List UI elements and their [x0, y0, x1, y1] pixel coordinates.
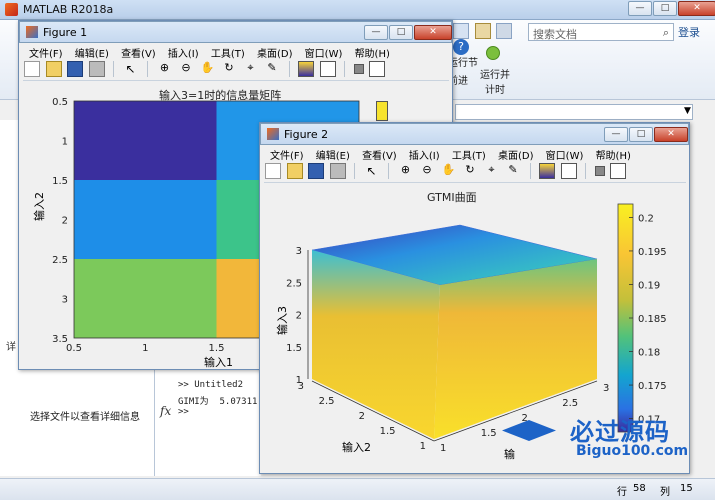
colorbar-tick-label: 0.185 — [638, 314, 667, 325]
run-time-icon[interactable] — [486, 46, 500, 60]
colorbar-tick-label: 0.195 — [638, 247, 667, 258]
run-time-label[interactable]: 运行并 计时 — [478, 66, 512, 96]
status-col-value: 15 — [680, 483, 693, 494]
nav-icon[interactable] — [496, 23, 512, 39]
paste-icon[interactable] — [474, 23, 491, 39]
left-axis-tick-label: 2 — [359, 411, 365, 422]
matlab-minimize-button[interactable]: — — [628, 1, 652, 16]
left-axis-tick-label: 1 — [420, 441, 426, 452]
ztick-label: 3 — [296, 246, 302, 257]
status-row-value: 58 — [633, 483, 646, 494]
matlab-close-button[interactable]: ✕ — [678, 1, 715, 16]
colorbar-tick-label: 0.18 — [638, 348, 660, 359]
heatmap-cell — [74, 101, 217, 180]
matlab-title: MATLAB R2018a — [23, 3, 114, 16]
ytick-label: 1 — [62, 137, 68, 148]
xtick-label: 1 — [142, 343, 148, 354]
ytick-label: 0.5 — [52, 97, 68, 108]
login-button[interactable]: 登录 — [678, 24, 700, 40]
colorbar-tick-label: 0.19 — [638, 280, 660, 291]
colorbar-tick-label: 0.2 — [638, 213, 654, 224]
command-window[interactable] — [155, 360, 261, 476]
xtick-label: 1.5 — [209, 343, 225, 354]
colorbar-tick-label: 0.175 — [638, 381, 667, 392]
path-bar[interactable] — [455, 104, 693, 120]
status-row-label: 行 — [617, 487, 627, 498]
fx-icon: fx — [160, 404, 172, 418]
cmd-line-1: >> Untitled2 — [178, 380, 244, 390]
figure1-colorbar — [376, 101, 388, 121]
xtick-label: 0.5 — [66, 343, 82, 354]
graduation-cap-icon — [502, 420, 556, 441]
figure2-zlabel: 输入3 — [276, 306, 289, 335]
figure2-xlabel-left: 输入2 — [342, 441, 371, 454]
right-axis-tick-label: 1 — [440, 443, 446, 454]
search-placeholder: 搜索文档 — [533, 28, 577, 41]
search-input[interactable]: 搜索文档 ⌕ — [528, 23, 674, 41]
ztick-label: 2 — [296, 311, 302, 322]
ztick-label: 1.5 — [286, 343, 302, 354]
details-label: 选择文件以查看详细信息 — [30, 412, 140, 423]
help-icon[interactable]: ? — [453, 39, 469, 55]
watermark-logo: 必过源码 Biguo100.com — [500, 410, 710, 468]
ytick-label: 1.5 — [52, 176, 68, 187]
right-axis-tick-label: 2.5 — [562, 398, 578, 409]
right-axis-tick-label: 3 — [603, 383, 609, 394]
ytick-label: 2.5 — [52, 255, 68, 266]
matlab-logo-icon — [5, 3, 18, 16]
ytick-label: 3 — [62, 295, 68, 306]
right-axis-tick-label: 1.5 — [481, 428, 497, 439]
status-col-label: 列 — [660, 487, 670, 498]
watermark-text-en: Biguo100.com — [576, 443, 689, 459]
left-axis-tick-label: 1.5 — [380, 426, 396, 437]
figure1-ylabel: 输入2 — [33, 192, 46, 221]
left-axis-tick-label: 3 — [298, 381, 304, 392]
heatmap-cell — [74, 180, 217, 259]
watermark-text-cn: 必过源码 — [570, 418, 670, 446]
ztick-label: 2.5 — [286, 278, 302, 289]
quick-access-toolbar: ? — [452, 23, 527, 55]
left-axis-tick-label: 2.5 — [319, 396, 335, 407]
search-icon: ⌕ — [662, 26, 669, 39]
status-bar: 行 58 列 15 — [0, 478, 715, 500]
heatmap-cell — [74, 259, 217, 338]
cmd-line-2: GIMI为 5.07311 — [178, 397, 258, 407]
cmd-line-3: >> — [178, 407, 189, 417]
path-dropdown-icon[interactable]: ▼ — [684, 106, 691, 116]
copy-icon[interactable] — [453, 23, 469, 39]
matlab-title-bar: MATLAB R2018a — □ ✕ — [0, 0, 715, 20]
matlab-maximize-button[interactable]: □ — [653, 1, 677, 16]
ytick-label: 2 — [62, 216, 68, 227]
details-short-label: 详 — [6, 342, 16, 353]
figure1-xlabel: 输入1 — [204, 356, 233, 369]
